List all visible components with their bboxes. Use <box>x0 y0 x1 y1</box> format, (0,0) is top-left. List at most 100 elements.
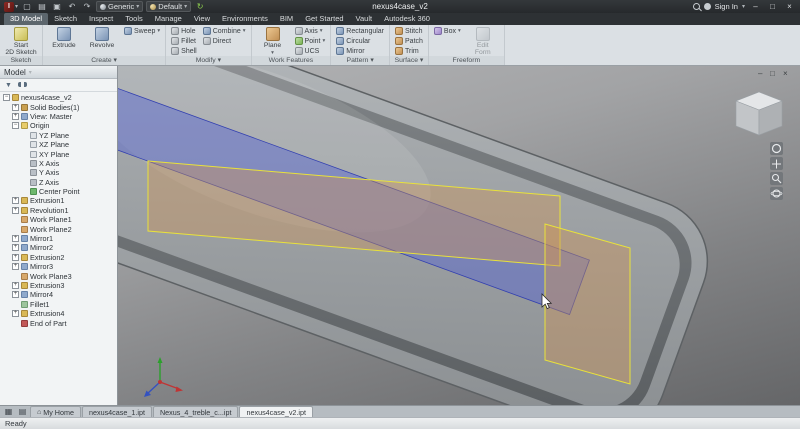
tree-item-xy-plane[interactable]: XY Plane <box>0 149 117 159</box>
layout-grid-icon[interactable]: ▦ <box>2 406 15 417</box>
document-tab-my-home[interactable]: ⌂ My Home <box>30 406 81 417</box>
tree-item-end-of-part[interactable]: End of Part <box>0 318 117 328</box>
ribbon-tab-tools[interactable]: Tools <box>119 13 149 25</box>
tree-item-y-axis[interactable]: Y Axis <box>0 168 117 177</box>
ribbon-tab-get-started[interactable]: Get Started <box>299 13 349 25</box>
zoom-icon[interactable] <box>770 172 783 185</box>
expander-minus-icon[interactable]: − <box>12 122 19 130</box>
find-icon[interactable] <box>17 81 27 89</box>
expander-plus-icon[interactable]: + <box>12 244 19 252</box>
hole-button[interactable]: Hole <box>169 26 199 36</box>
tree-item-yz-plane[interactable]: YZ Plane <box>0 131 117 140</box>
stitch-button[interactable]: Stitch <box>393 26 425 36</box>
circular-button[interactable]: Circular <box>334 36 386 46</box>
orbit-icon[interactable] <box>770 187 783 200</box>
tree-item-z-axis[interactable]: Z Axis <box>0 178 117 187</box>
expander-plus-icon[interactable]: + <box>12 310 19 318</box>
save-icon[interactable]: ▣ <box>51 1 63 12</box>
tree-item-mirror4[interactable]: + Mirror4 <box>0 290 117 299</box>
axis-button[interactable]: Axis ▾ <box>293 26 328 36</box>
close-button[interactable]: × <box>783 1 796 12</box>
layout-rows-icon[interactable]: ▤ <box>16 406 29 417</box>
application-menu-button[interactable]: I ▾ <box>4 1 18 12</box>
redo-icon[interactable]: ↷ <box>81 1 93 12</box>
plane-button[interactable]: Plane ▾ <box>255 26 291 56</box>
tree-item-mirror1[interactable]: + Mirror1 <box>0 234 117 243</box>
sign-in-button[interactable]: Sign In <box>715 2 738 11</box>
tree-item-work-plane2[interactable]: Work Plane2 <box>0 224 117 234</box>
expander-plus-icon[interactable]: + <box>12 103 19 111</box>
expander-plus-icon[interactable]: + <box>12 197 19 205</box>
expander-plus-icon[interactable]: + <box>12 206 19 214</box>
expander-plus-icon[interactable]: + <box>12 282 19 289</box>
minimize-button[interactable]: – <box>749 1 762 12</box>
tree-item-extrusion2[interactable]: + Extrusion2 <box>0 253 117 262</box>
canvas-restore-icon[interactable]: □ <box>770 69 775 78</box>
update-icon[interactable]: ↻ <box>194 1 206 12</box>
work-plane-tan-right[interactable] <box>544 223 631 385</box>
ribbon-tab-inspect[interactable]: Inspect <box>83 13 119 25</box>
ucs-button[interactable]: UCS <box>293 46 328 56</box>
viewport[interactable]: – □ × <box>118 66 800 405</box>
tree-item-xz-plane[interactable]: XZ Plane <box>0 140 117 149</box>
tree-item-revolution1[interactable]: + Revolution1 <box>0 206 117 215</box>
tree-item-work-plane3[interactable]: Work Plane3 <box>0 271 117 281</box>
sign-in-caret-icon[interactable]: ▾ <box>742 3 745 10</box>
tree-item-x-axis[interactable]: X Axis <box>0 159 117 168</box>
expander-plus-icon[interactable]: + <box>12 112 19 120</box>
expander-plus-icon[interactable]: + <box>12 253 19 261</box>
ribbon-tab-3d-model[interactable]: 3D Model <box>4 13 49 25</box>
ribbon-tab-environments[interactable]: Environments <box>216 13 274 25</box>
trim-button[interactable]: Trim <box>393 46 425 56</box>
box-button[interactable]: Box ▾ <box>432 26 463 36</box>
tree-item-fillet1[interactable]: Fillet1 <box>0 300 117 309</box>
ribbon-tab-vault[interactable]: Vault <box>350 13 379 25</box>
pan-icon[interactable] <box>770 157 783 170</box>
navigation-wheel-icon[interactable] <box>770 142 783 155</box>
open-icon[interactable]: ▤ <box>36 1 48 12</box>
ribbon-tab-bim[interactable]: BIM <box>274 13 299 25</box>
material-dropdown[interactable]: Generic ▾ <box>96 1 144 12</box>
tree-item-extrusion4[interactable]: + Extrusion4 <box>0 309 117 318</box>
document-tab-nexus-4-treble-c-ipt[interactable]: Nexus_4_treble_c...ipt <box>152 406 239 417</box>
rectangular-button[interactable]: Rectangular <box>334 26 386 36</box>
canvas-close-icon[interactable]: × <box>783 69 788 78</box>
combine-button[interactable]: Combine ▾ <box>201 26 248 36</box>
document-tab-nexus4case-1-ipt[interactable]: nexus4case_1.ipt <box>82 406 152 417</box>
filter-icon[interactable]: ▼ <box>5 82 12 89</box>
tree-item-mirror2[interactable]: + Mirror2 <box>0 243 117 252</box>
point-button[interactable]: Point ▾ <box>293 36 328 46</box>
fillet-button[interactable]: Fillet <box>169 36 199 46</box>
maximize-button[interactable]: □ <box>766 1 779 12</box>
ribbon-tab-manage[interactable]: Manage <box>149 13 188 25</box>
ribbon-tab-view[interactable]: View <box>188 13 216 25</box>
start-2d-sketch-button[interactable]: Start 2D Sketch <box>3 26 39 56</box>
expander-plus-icon[interactable]: + <box>12 291 19 299</box>
patch-button[interactable]: Patch <box>393 36 425 46</box>
mirror-button[interactable]: Mirror <box>334 46 386 56</box>
revolve-button[interactable]: Revolve <box>84 26 120 56</box>
tree-item-origin[interactable]: − Origin <box>0 121 117 130</box>
tree-item-extrusion3[interactable]: + Extrusion3 <box>0 281 117 290</box>
tree-item-view-master[interactable]: + View: Master <box>0 112 117 121</box>
tree-item-solid-bodies-1[interactable]: + Solid Bodies(1) <box>0 102 117 112</box>
tree-item-nexus4case-v2[interactable]: − nexus4case_v2 <box>0 93 117 102</box>
direct-button[interactable]: Direct <box>201 36 248 46</box>
canvas-minimize-icon[interactable]: – <box>758 69 763 78</box>
expander-minus-icon[interactable]: − <box>3 94 10 102</box>
document-tab-nexus4case-v2-ipt[interactable]: nexus4case_v2.ipt <box>239 406 314 417</box>
new-file-icon[interactable]: ▢ <box>21 1 33 12</box>
tree-item-mirror3[interactable]: + Mirror3 <box>0 262 117 271</box>
tree-item-work-plane1[interactable]: Work Plane1 <box>0 215 117 224</box>
view-cube[interactable] <box>735 91 783 136</box>
browser-header-dropdown[interactable]: Model ▾ <box>0 66 117 79</box>
search-icon[interactable] <box>692 3 700 10</box>
ribbon-tab-autodesk-360[interactable]: Autodesk 360 <box>378 13 436 25</box>
undo-icon[interactable]: ↶ <box>66 1 78 12</box>
tree-item-center-point[interactable]: Center Point <box>0 187 117 196</box>
tree-item-extrusion1[interactable]: + Extrusion1 <box>0 196 117 205</box>
sweep-button[interactable]: Sweep ▾ <box>122 26 162 36</box>
ribbon-tab-sketch[interactable]: Sketch <box>48 13 83 25</box>
appearance-dropdown[interactable]: Default ▾ <box>146 1 192 12</box>
shell-button[interactable]: Shell <box>169 46 199 56</box>
